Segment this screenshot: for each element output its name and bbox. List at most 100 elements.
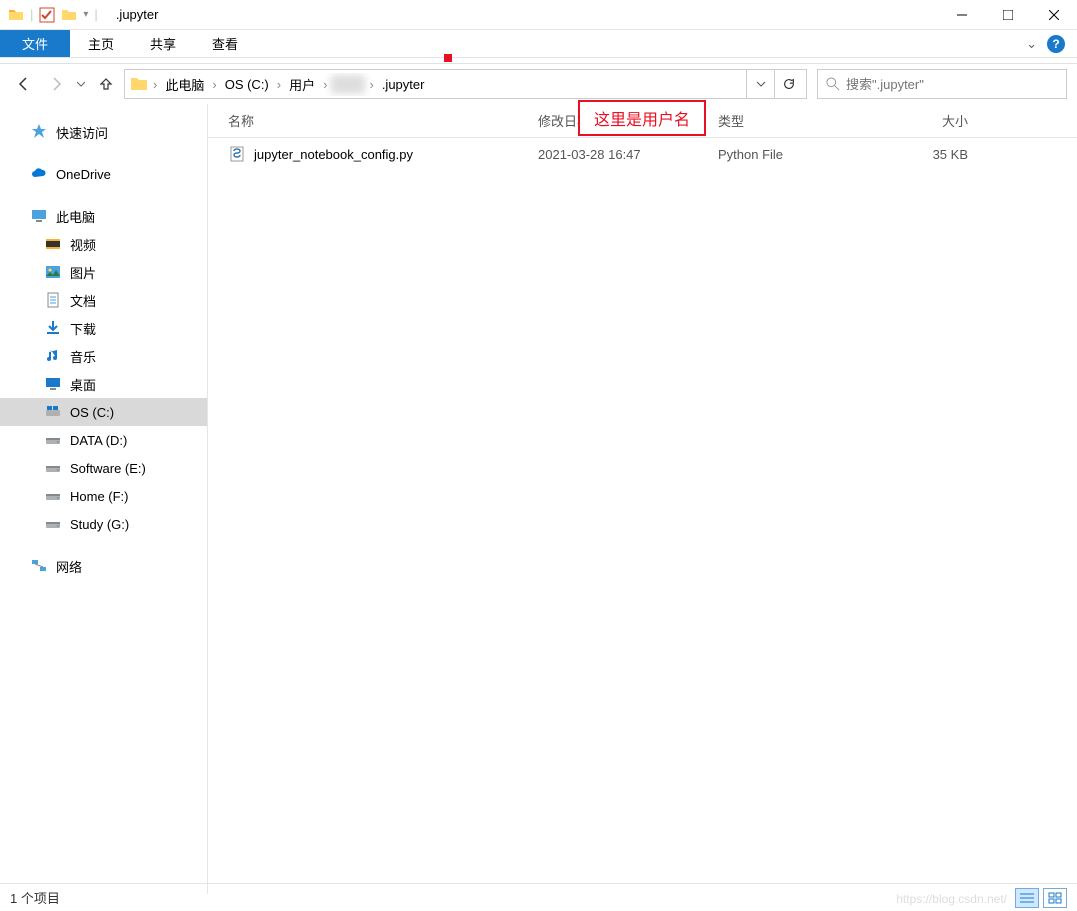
titlebar-left: | ▾ | .jupyter <box>0 7 158 23</box>
file-list: jupyter_notebook_config.py2021-03-28 16:… <box>208 138 1077 170</box>
network-icon <box>30 557 48 575</box>
minimize-button[interactable] <box>939 0 985 30</box>
nav-up-button[interactable] <box>92 70 120 98</box>
address-box[interactable]: › 此电脑 › OS (C:) › 用户 › xxxx › .jupyter <box>124 69 807 99</box>
sidebar-item--[interactable]: 桌面 <box>0 370 207 398</box>
nav-forward-button[interactable] <box>42 70 70 98</box>
chevron-right-icon[interactable]: › <box>321 77 329 92</box>
statusbar: 1 个项目 https://blog.csdn.net/ <box>0 883 1077 911</box>
column-size[interactable]: 大小 <box>868 111 968 130</box>
qat-checkbox-icon[interactable] <box>39 7 55 23</box>
watermark: https://blog.csdn.net/ <box>896 892 1007 906</box>
file-type: Python File <box>718 147 868 162</box>
qat-dropdown-icon[interactable]: ▾ <box>83 9 88 20</box>
sidebar-item-label: 视频 <box>70 235 96 254</box>
ribbon-tab-view[interactable]: 查看 <box>194 30 256 57</box>
desktop-icon <box>44 375 62 393</box>
sidebar-item-software-e-[interactable]: Software (E:) <box>0 454 207 482</box>
sidebar-item--[interactable]: 视频 <box>0 230 207 258</box>
file-row[interactable]: jupyter_notebook_config.py2021-03-28 16:… <box>208 138 1077 170</box>
view-large-icons-button[interactable] <box>1043 888 1067 908</box>
sidebar-network[interactable]: 网络 <box>0 552 207 580</box>
ribbon-tab-home[interactable]: 主页 <box>70 30 132 57</box>
close-button[interactable] <box>1031 0 1077 30</box>
sidebar-item-study-g-[interactable]: Study (G:) <box>0 510 207 538</box>
addressbar: › 此电脑 › OS (C:) › 用户 › xxxx › .jupyter <box>0 64 1077 104</box>
ribbon-tab-file[interactable]: 文件 <box>0 30 70 57</box>
crumb-username-redacted[interactable]: xxxx <box>331 75 365 94</box>
sidebar-item--[interactable]: 图片 <box>0 258 207 286</box>
ribbon: 文件 主页 共享 查看 ⌄ ? <box>0 30 1077 58</box>
nav-back-button[interactable] <box>10 70 38 98</box>
sidebar-item-home-f-[interactable]: Home (F:) <box>0 482 207 510</box>
ribbon-tab-share[interactable]: 共享 <box>132 30 194 57</box>
sidebar-item-label: 网络 <box>56 557 82 576</box>
cloud-icon <box>30 165 48 183</box>
file-date: 2021-03-28 16:47 <box>538 147 718 162</box>
star-icon <box>30 123 48 141</box>
sidebar-item-label: 快速访问 <box>56 123 108 142</box>
sidebar-onedrive[interactable]: OneDrive <box>0 160 207 188</box>
qat-separator-2: | <box>94 7 97 22</box>
search-input[interactable] <box>846 77 1058 92</box>
sidebar-item-label: Study (G:) <box>70 517 129 532</box>
sidebar-item-label: 此电脑 <box>56 207 95 226</box>
address-dropdown-button[interactable] <box>746 70 774 98</box>
video-icon <box>44 235 62 253</box>
column-name[interactable]: 名称 <box>228 111 538 130</box>
window-title: .jupyter <box>116 7 159 22</box>
monitor-icon <box>30 207 48 225</box>
music-icon <box>44 347 62 365</box>
folder-icon <box>8 7 24 23</box>
sidebar-item-label: OS (C:) <box>70 405 114 420</box>
address-controls <box>746 70 802 98</box>
ribbon-expand-icon[interactable]: ⌄ <box>1026 36 1037 52</box>
crumb-jupyter[interactable]: .jupyter <box>378 75 429 94</box>
sidebar-quick-access[interactable]: 快速访问 <box>0 118 207 146</box>
sidebar-item-os-c-[interactable]: OS (C:) <box>0 398 207 426</box>
maximize-button[interactable] <box>985 0 1031 30</box>
downloads-icon <box>44 319 62 337</box>
sidebar: 快速访问 OneDrive 此电脑 视频图片文档下载音乐桌面 OS (C:) DAT… <box>0 104 208 894</box>
sidebar-item-label: 文档 <box>70 291 96 310</box>
documents-icon <box>44 291 62 309</box>
refresh-button[interactable] <box>774 70 802 98</box>
status-view-switcher <box>1015 888 1067 908</box>
python-file-icon <box>228 145 246 163</box>
sidebar-item-data-d-[interactable]: DATA (D:) <box>0 426 207 454</box>
crumb-users[interactable]: 用户 <box>285 73 319 96</box>
main: 快速访问 OneDrive 此电脑 视频图片文档下载音乐桌面 OS (C:) DAT… <box>0 104 1077 894</box>
search-box[interactable] <box>817 69 1067 99</box>
nav-recent-dropdown[interactable] <box>74 70 88 98</box>
chevron-right-icon[interactable]: › <box>367 77 375 92</box>
help-icon[interactable]: ? <box>1047 35 1065 53</box>
column-type[interactable]: 类型 <box>718 111 868 130</box>
sidebar-item-label: 桌面 <box>70 375 96 394</box>
sidebar-item--[interactable]: 文档 <box>0 286 207 314</box>
sidebar-item-label: 音乐 <box>70 347 96 366</box>
view-details-button[interactable] <box>1015 888 1039 908</box>
annotation-callout: 这里是用户名 <box>578 100 706 136</box>
sidebar-item--[interactable]: 音乐 <box>0 342 207 370</box>
titlebar: | ▾ | .jupyter <box>0 0 1077 30</box>
chevron-right-icon[interactable]: › <box>210 77 218 92</box>
ribbon-divider <box>0 58 1077 64</box>
red-marker <box>444 54 452 62</box>
pictures-icon <box>44 263 62 281</box>
window-controls <box>939 0 1077 30</box>
chevron-right-icon[interactable]: › <box>151 77 159 92</box>
drive-icon <box>44 487 62 505</box>
sidebar-item-label: 图片 <box>70 263 96 282</box>
drive-icon <box>44 515 62 533</box>
sidebar-item-label: Software (E:) <box>70 461 146 476</box>
file-size: 35 KB <box>868 147 968 162</box>
sidebar-item-label: Home (F:) <box>70 489 129 504</box>
status-item-count: 1 个项目 <box>10 888 60 907</box>
chevron-right-icon[interactable]: › <box>275 77 283 92</box>
sidebar-this-pc[interactable]: 此电脑 <box>0 202 207 230</box>
sidebar-item-label: 下载 <box>70 319 96 338</box>
sidebar-item--[interactable]: 下载 <box>0 314 207 342</box>
ribbon-right: ⌄ ? <box>1026 30 1077 57</box>
crumb-osc[interactable]: OS (C:) <box>221 75 273 94</box>
crumb-thispc[interactable]: 此电脑 <box>161 73 208 96</box>
